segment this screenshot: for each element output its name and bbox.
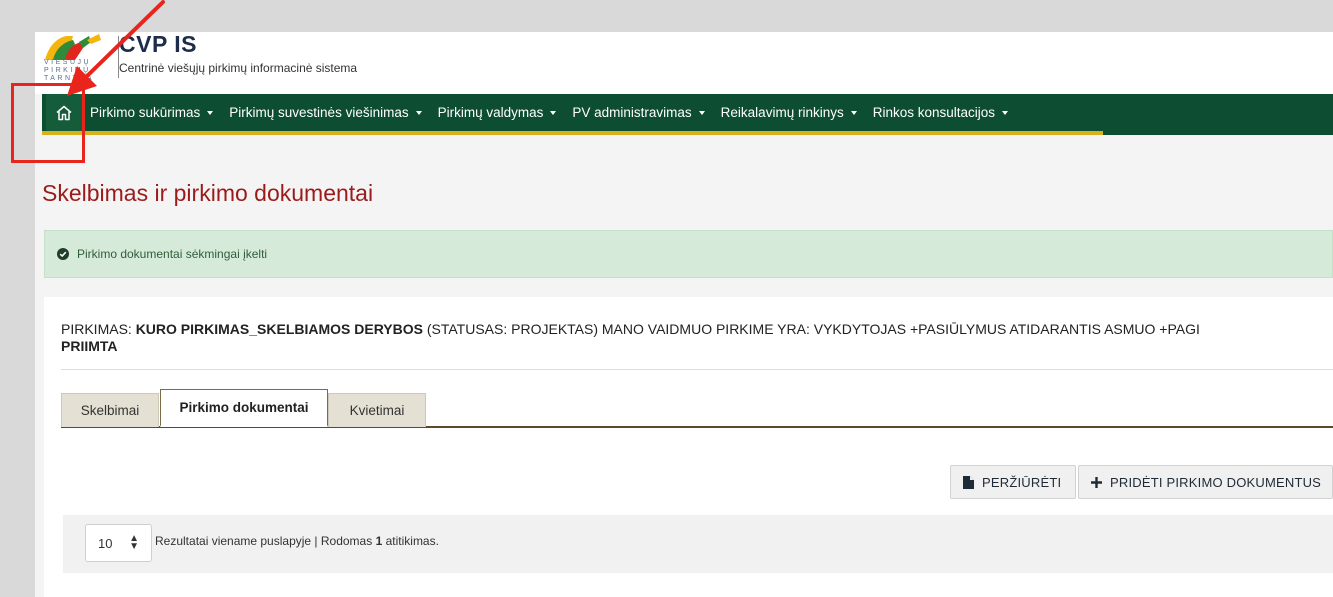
results-text-after: atitikimas.	[382, 534, 439, 548]
main-navbar: Pirkimo sukūrimas Pirkimų suvestinės vie…	[42, 94, 1333, 135]
tab-pirkimo-dokumentai[interactable]: Pirkimo dokumentai	[160, 389, 328, 427]
procurement-info: PIRKIMAS: KURO PIRKIMAS_SKELBIAMOS DERYB…	[61, 321, 1333, 355]
add-documents-label: PRIDĖTI PIRKIMO DOKUMENTUS	[1110, 474, 1322, 490]
nav-item-pv-administravimas[interactable]: PV administravimas	[572, 105, 705, 120]
annotation-arrow-icon	[67, 0, 165, 96]
divider	[61, 369, 1333, 370]
nav-item-pirkimu-suvestines[interactable]: Pirkimų suvestinės viešinimas	[229, 105, 422, 120]
sort-arrows-icon: ▲ ▼	[129, 533, 139, 552]
success-alert: Pirkimo dokumentai sėkmingai įkelti	[44, 230, 1333, 278]
caret-down-icon	[698, 110, 705, 115]
nav-item-label: Reikalavimų rinkinys	[720, 105, 844, 120]
procurement-name: KURO PIRKIMAS_SKELBIAMOS DERYBOS	[135, 321, 423, 337]
procurement-status: (STATUSAS: PROJEKTAS) MANO VAIDMUO PIRKI…	[426, 321, 1200, 337]
nav-item-label: Pirkimo sukūrimas	[90, 105, 201, 120]
caret-down-icon	[550, 110, 557, 115]
procurement-label: PIRKIMAS:	[61, 321, 132, 337]
caret-down-icon	[207, 110, 214, 115]
procurement-status-cont: PRIIMTA	[61, 338, 118, 354]
per-page-value: 10	[98, 535, 113, 551]
plus-icon	[1091, 476, 1102, 488]
tab-skelbimai[interactable]: Skelbimai	[61, 393, 159, 427]
caret-down-icon	[1002, 110, 1009, 115]
alert-text: Pirkimo dokumentai sėkmingai įkelti	[77, 247, 268, 261]
procurement-card: PIRKIMAS: KURO PIRKIMAS_SKELBIAMOS DERYB…	[44, 297, 1333, 597]
nav-item-label: Pirkimų valdymas	[437, 105, 544, 120]
tab-bar: Skelbimai Pirkimo dokumentai Kvietimai	[61, 389, 1333, 428]
nav-item-label: Pirkimų suvestinės viešinimas	[229, 105, 409, 120]
check-circle-icon	[57, 248, 69, 260]
preview-button[interactable]: PERŽIŪRĖTI	[950, 465, 1076, 499]
results-bar: 10 ▲ ▼ Rezultatai viename puslapyje | Rod…	[63, 515, 1333, 573]
per-page-select[interactable]: 10 ▲ ▼	[85, 524, 152, 562]
nav-item-label: PV administravimas	[572, 105, 692, 120]
header: VIEŠUJŲ PIRKIMŲ TARNYBA CVP IS Centrinė …	[35, 32, 1333, 94]
results-summary: Rezultatai viename puslapyje | Rodomas 1…	[155, 534, 439, 548]
results-text-before: Rezultatai viename puslapyje | Rodomas	[155, 534, 376, 548]
nav-menu: Pirkimo sukūrimas Pirkimų suvestinės vie…	[90, 94, 1024, 131]
nav-item-reikalavimu-rinkinys[interactable]: Reikalavimų rinkinys	[721, 105, 857, 120]
nav-item-label: Rinkos konsultacijos	[872, 105, 996, 120]
add-documents-button[interactable]: PRIDĖTI PIRKIMO DOKUMENTUS	[1078, 465, 1333, 499]
nav-item-pirkimu-valdymas[interactable]: Pirkimų valdymas	[438, 105, 557, 120]
navbar-cap	[1103, 131, 1333, 135]
nav-item-pirkimo-sukurimas[interactable]: Pirkimo sukūrimas	[90, 105, 214, 120]
page-title: Skelbimas ir pirkimo dokumentai	[42, 180, 374, 206]
tab-kvietimai[interactable]: Kvietimai	[328, 393, 426, 427]
preview-label: PERŽIŪRĖTI	[982, 474, 1062, 490]
caret-down-icon	[415, 110, 422, 115]
caret-down-icon	[850, 110, 857, 115]
file-icon	[963, 475, 974, 489]
page: VIEŠUJŲ PIRKIMŲ TARNYBA CVP IS Centrinė …	[35, 32, 1333, 597]
nav-item-rinkos-konsultacijos[interactable]: Rinkos konsultacijos	[872, 105, 1009, 120]
